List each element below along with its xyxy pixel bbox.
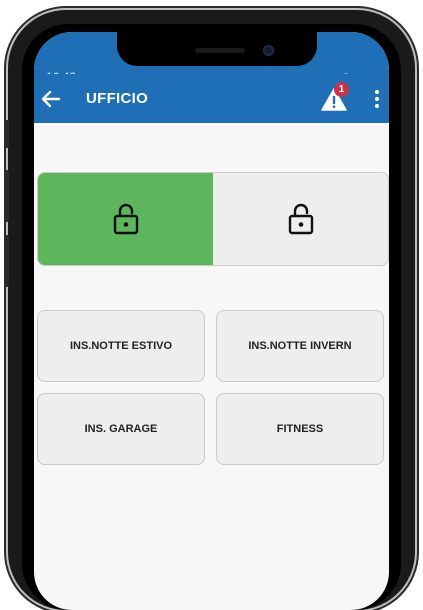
page-title: UFFICIO bbox=[86, 90, 149, 107]
app-screen: 16:42 ▂▄ ▮ UFFICIO bbox=[34, 32, 389, 610]
app-bar: UFFICIO 1 bbox=[34, 74, 389, 123]
scene-button-garage[interactable]: INS. GARAGE bbox=[37, 393, 205, 465]
padlock-open-icon bbox=[288, 203, 313, 235]
lock-right-button[interactable] bbox=[213, 173, 388, 265]
alert-count-badge: 1 bbox=[334, 82, 349, 97]
scene-label: INS.NOTTE INVERN bbox=[248, 340, 352, 352]
overflow-menu-icon[interactable] bbox=[370, 88, 384, 110]
phone-bezel: 16:42 ▂▄ ▮ UFFICIO bbox=[22, 24, 401, 610]
back-arrow-icon[interactable] bbox=[38, 86, 64, 112]
scene-label: FITNESS bbox=[276, 423, 324, 435]
lock-left-button[interactable] bbox=[38, 173, 213, 265]
speaker-grille bbox=[195, 48, 245, 53]
phone-volume-up bbox=[4, 170, 9, 222]
padlock-open-icon bbox=[113, 203, 138, 235]
front-camera bbox=[263, 45, 274, 56]
scene-button-notte-estivo[interactable]: INS.NOTTE ESTIVO bbox=[37, 310, 205, 382]
phone-mute-switch bbox=[4, 120, 9, 148]
phone-volume-down bbox=[4, 235, 9, 287]
scene-button-notte-invern[interactable]: INS.NOTTE INVERN bbox=[216, 310, 384, 382]
phone-notch bbox=[117, 32, 317, 66]
scene-label: INS. GARAGE bbox=[84, 423, 158, 435]
scene-button-fitness[interactable]: FITNESS bbox=[216, 393, 384, 465]
phone-frame: 16:42 ▂▄ ▮ UFFICIO bbox=[4, 10, 415, 610]
scene-label: INS.NOTTE ESTIVO bbox=[69, 340, 173, 352]
lock-toggle bbox=[37, 172, 389, 266]
